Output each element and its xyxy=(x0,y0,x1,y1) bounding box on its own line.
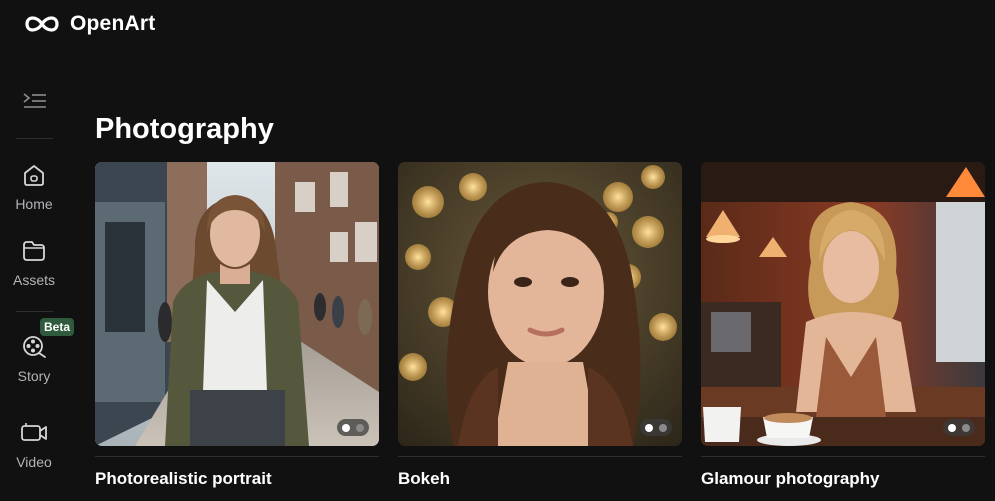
card-divider xyxy=(398,456,682,457)
carousel-indicator[interactable] xyxy=(337,419,369,436)
section-title: Photography xyxy=(95,113,274,145)
infinity-logo-icon xyxy=(25,16,59,32)
carousel-dot[interactable] xyxy=(962,423,970,432)
card-title[interactable]: Photorealistic portrait xyxy=(95,469,379,489)
card-image[interactable] xyxy=(398,162,682,446)
street-portrait-image xyxy=(95,162,379,446)
sidebar-item-assets[interactable]: Assets xyxy=(0,238,68,288)
sidebar-divider xyxy=(16,138,53,139)
style-card-bokeh[interactable]: Bokeh xyxy=(398,162,682,489)
sidebar-item-label: Home xyxy=(15,196,53,212)
glamour-cafe-image xyxy=(701,162,985,446)
sidebar-item-home[interactable]: Home xyxy=(0,162,68,212)
sidebar-item-story[interactable]: Story xyxy=(0,334,68,384)
carousel-indicator[interactable] xyxy=(640,419,672,436)
style-card-photorealistic-portrait[interactable]: Photorealistic portrait xyxy=(95,162,379,489)
bokeh-portrait-image xyxy=(398,162,682,446)
film-reel-icon xyxy=(23,336,46,358)
beta-badge: Beta xyxy=(40,318,75,336)
card-divider xyxy=(95,456,379,457)
carousel-dot[interactable] xyxy=(356,423,364,432)
card-title[interactable]: Glamour photography xyxy=(701,469,985,489)
carousel-dot-active[interactable] xyxy=(948,423,956,432)
openart-logo[interactable]: OpenArt xyxy=(22,12,155,36)
card-title[interactable]: Bokeh xyxy=(398,469,682,489)
video-camera-icon xyxy=(21,423,47,441)
sidebar-item-label: Video xyxy=(16,454,52,470)
collapse-menu-icon[interactable] xyxy=(22,91,48,113)
card-image[interactable] xyxy=(701,162,985,446)
sidebar-item-label: Assets xyxy=(12,272,55,288)
sidebar-divider xyxy=(16,311,53,312)
carousel-dot-active[interactable] xyxy=(645,423,653,432)
carousel-dot-active[interactable] xyxy=(342,423,350,432)
carousel-dot[interactable] xyxy=(659,423,667,432)
home-icon xyxy=(24,165,44,186)
folder-icon xyxy=(23,241,45,261)
sidebar-item-video[interactable]: Video xyxy=(0,420,68,470)
sidebar-item-label: Story xyxy=(17,368,51,384)
card-divider xyxy=(701,456,985,457)
carousel-indicator[interactable] xyxy=(943,419,975,436)
app-name: OpenArt xyxy=(70,12,156,35)
style-card-glamour-photography[interactable]: Glamour photography xyxy=(701,162,985,489)
card-image[interactable] xyxy=(95,162,379,446)
